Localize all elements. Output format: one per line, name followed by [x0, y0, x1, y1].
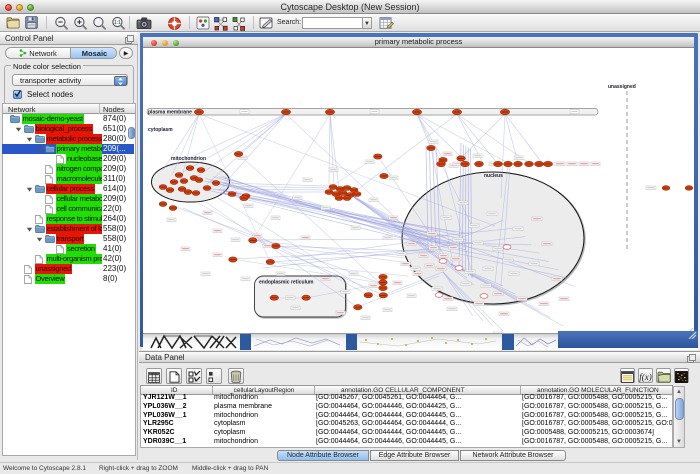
svg-text:endoplasmic reticulum: endoplasmic reticulum: [259, 280, 314, 286]
svg-text:plasma membrane: plasma membrane: [148, 110, 192, 116]
svg-text:f(x): f(x): [639, 372, 652, 382]
svg-text:mitochondrion: mitochondrion: [171, 156, 206, 162]
svg-text:nucleus: nucleus: [484, 173, 503, 179]
svg-text:cytoplasm: cytoplasm: [148, 127, 173, 133]
svg-text:unassigned: unassigned: [608, 84, 636, 90]
